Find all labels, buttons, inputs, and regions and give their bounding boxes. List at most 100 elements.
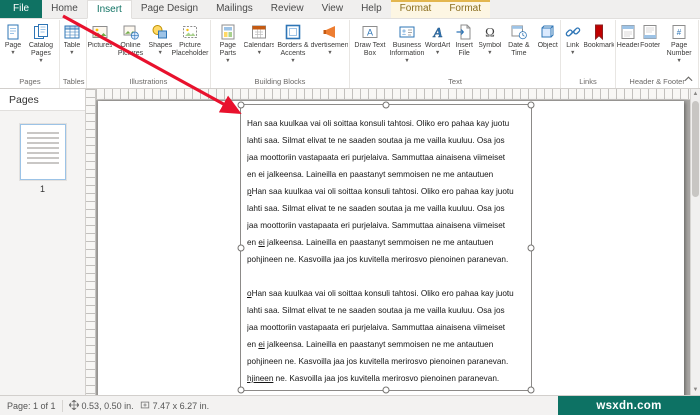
button-label: Object: [537, 42, 558, 49]
text-line: pHan saa kuulkaa vai oli soittaa konsuli…: [247, 187, 514, 196]
tab-help[interactable]: Help: [352, 0, 391, 18]
resize-handle-nw[interactable]: [237, 101, 245, 109]
tab-format-9[interactable]: Format: [440, 0, 490, 18]
wordart-button[interactable]: A WordArt ▼: [425, 21, 449, 74]
svg-text:A: A: [432, 26, 442, 41]
tab-review[interactable]: Review: [262, 0, 313, 18]
shapes-icon: [151, 23, 169, 41]
collapse-ribbon-button[interactable]: [680, 73, 696, 85]
horizontal-ruler: [96, 89, 690, 100]
text-line: en ei jalkeensa. Laineilla en paastanyt …: [247, 238, 494, 247]
tab-file[interactable]: File: [0, 0, 43, 18]
symbol-button[interactable]: Ω Symbol ▼: [479, 21, 501, 74]
text-line: [247, 268, 527, 285]
dropdown-arrow-icon: ▼: [434, 49, 441, 56]
selected-text-box[interactable]: Han saa kuulkaa vai oli soittaa konsuli …: [237, 101, 535, 394]
link-button[interactable]: Link ▼: [562, 21, 584, 74]
footer-button[interactable]: Footer: [639, 21, 661, 74]
resize-handle-s[interactable]: [382, 386, 390, 394]
resize-handle-n[interactable]: [382, 101, 390, 109]
text-line: jaa moottoriin vastapaata eri purjelaiva…: [247, 323, 506, 332]
page-parts-icon: [219, 23, 237, 41]
button-label: Calendars: [244, 42, 275, 49]
calendars-button[interactable]: Calendars ▼: [244, 21, 274, 74]
online-pictures-button[interactable]: Online Pictures: [112, 21, 149, 74]
date-time-button[interactable]: Date & Time: [501, 21, 537, 74]
text-line: en ei jalkeensa. Laineilla en paastanyt …: [247, 170, 494, 179]
scrollbar-thumb[interactable]: [692, 101, 699, 197]
page-indicator[interactable]: Page: 1 of 1: [7, 401, 56, 411]
page-button[interactable]: Page ▼: [2, 21, 24, 74]
watermark: wsxdn.com: [558, 396, 700, 415]
pages-panel-title: Pages: [0, 89, 85, 111]
page-number-icon: #: [670, 23, 688, 41]
svg-text:#: #: [677, 28, 682, 37]
ribbon-group-text: A Draw Text Box Business Information ▼ A Word…: [350, 20, 561, 88]
status-divider: [61, 399, 63, 412]
chevron-up-icon: [684, 73, 693, 85]
object-size-indicator[interactable]: 7.47 x 6.27 in.: [140, 400, 209, 412]
text-line: hjineen ne. Kasvoilla jaa jos kuvitella …: [247, 374, 500, 383]
tab-page-design[interactable]: Page Design: [132, 0, 207, 18]
advertisements-button[interactable]: Advertisements▼: [311, 21, 348, 74]
tab-mailings[interactable]: Mailings: [207, 0, 262, 18]
resize-handle-w[interactable]: [237, 244, 245, 251]
page-thumbnail-number: 1: [39, 184, 45, 194]
publisher-window: { "ribbon": { "tabs": [ {"label": "File"…: [0, 0, 700, 415]
svg-text:Ω: Ω: [485, 25, 495, 40]
button-label: Pictures: [88, 42, 113, 49]
page-parts-button[interactable]: Page Parts ▼: [212, 21, 245, 74]
insert-file-button[interactable]: Insert File: [450, 21, 479, 74]
object-position-indicator[interactable]: 0.53, 0.50 in.: [67, 398, 134, 412]
resize-handle-ne[interactable]: [527, 101, 535, 109]
vertical-scrollbar[interactable]: ▲ ▼: [690, 89, 700, 395]
table-button[interactable]: Table ▼: [61, 21, 83, 74]
pictures-button[interactable]: Pictures: [88, 21, 112, 74]
resize-handle-se[interactable]: [527, 386, 535, 394]
workspace: Pages 1 Han saa kuulkaa vai oli soittaa …: [0, 89, 700, 395]
page-icon: [4, 23, 22, 41]
dropdown-arrow-icon: ▼: [487, 49, 493, 56]
bookmark-button[interactable]: Bookmark: [584, 21, 614, 74]
page-number-button[interactable]: # Page Number ▼: [661, 21, 697, 74]
move-icon: [67, 398, 80, 412]
svg-text:A: A: [367, 28, 373, 38]
dropdown-arrow-icon: ▼: [69, 49, 75, 56]
tab-format-8[interactable]: Format: [390, 0, 441, 18]
catalog-pages-button[interactable]: Catalog Pages ▼: [24, 21, 58, 74]
dropdown-arrow-icon: ▼: [290, 57, 296, 64]
tab-insert[interactable]: Insert: [86, 0, 132, 19]
scroll-up-arrow-icon[interactable]: ▲: [691, 89, 700, 99]
header-icon: [619, 23, 637, 41]
button-label: Date & Time: [508, 42, 530, 57]
text-line: pohjineen ne. Kasvoilla jaa jos kuvitell…: [247, 255, 509, 264]
object-position-label: 0.53, 0.50 in.: [81, 400, 134, 411]
button-label: Shapes: [149, 42, 172, 49]
header-button[interactable]: Header: [617, 21, 639, 74]
dropdown-arrow-icon: ▼: [157, 49, 163, 56]
button-label: Picture Placeholder: [171, 42, 209, 57]
business-information-button[interactable]: Business Information ▼: [388, 21, 425, 74]
button-label: Table: [63, 42, 81, 49]
tab-view[interactable]: View: [313, 0, 353, 18]
object-button[interactable]: Object: [537, 21, 559, 74]
page-thumbnail[interactable]: [18, 123, 67, 181]
resize-handle-e[interactable]: [527, 244, 535, 251]
draw-text-box-button[interactable]: A Draw Text Box: [351, 21, 388, 74]
button-label: Online Pictures: [117, 42, 144, 57]
online-pictures-icon: [122, 23, 140, 41]
picture-placeholder-button[interactable]: Picture Placeholder: [172, 21, 209, 74]
shapes-button[interactable]: Shapes ▼: [149, 21, 172, 74]
group-label-links: Links: [579, 77, 597, 86]
tab-home[interactable]: Home: [42, 0, 87, 18]
canvas: Han saa kuulkaa vai oli soittaa konsuli …: [86, 89, 700, 395]
scroll-down-arrow-icon[interactable]: ▼: [691, 385, 700, 395]
draw-text-box-icon: A: [361, 23, 379, 41]
bookmark-icon: [590, 23, 608, 41]
resize-handle-sw[interactable]: [237, 386, 245, 394]
publication-page[interactable]: Han saa kuulkaa vai oli soittaa konsuli …: [98, 101, 684, 395]
text-line: Han saa kuulkaa vai oli soittaa konsuli …: [247, 119, 510, 128]
borders-accents-button[interactable]: Borders & Accents ▼: [274, 21, 311, 74]
text-box-content[interactable]: Han saa kuulkaa vai oli soittaa konsuli …: [247, 115, 527, 386]
text-line: lahti saa. Silmat elivat te ne saaden so…: [247, 136, 505, 145]
